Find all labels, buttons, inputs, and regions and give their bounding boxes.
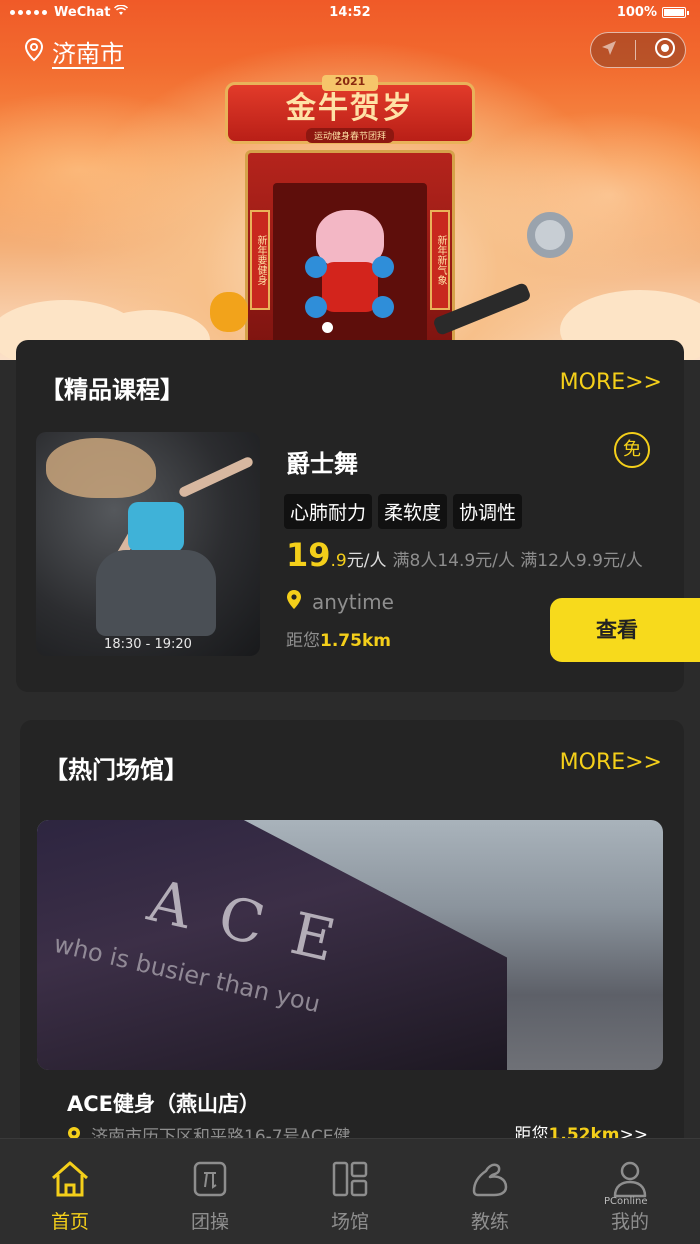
tab-coaches[interactable]: 教练	[440, 1139, 540, 1244]
tab-label: 团操	[190, 1211, 229, 1233]
carousel-indicator-dot	[322, 322, 333, 333]
dumbbell-image	[305, 296, 327, 318]
course-tag: 心肺耐力	[284, 494, 373, 529]
price-unit: 元/人	[346, 551, 387, 571]
price-decimal: .9	[330, 551, 347, 571]
popular-venues-card: 【热门场馆】 MORE>> ACE who is busier than you…	[20, 720, 684, 1160]
battery-percent: 100%	[616, 5, 657, 20]
banner-year: 2021	[322, 75, 378, 91]
navigation-arrow-icon[interactable]	[600, 39, 618, 61]
course-venue: anytime	[286, 590, 394, 614]
view-course-button[interactable]: 查看	[550, 598, 700, 662]
dumbbell-image	[305, 256, 327, 278]
course-tags: 心肺耐力 柔软度 协调性	[284, 494, 523, 529]
section-title: 【精品课程】	[40, 376, 184, 404]
watermark: PConline	[604, 1196, 648, 1207]
course-venue-name: anytime	[312, 590, 394, 614]
battery-icon	[662, 7, 689, 18]
venue-photo[interactable]: ACE who is busier than you	[37, 820, 663, 1070]
couplet-right: 新年新气象	[430, 210, 450, 310]
price-integer: 19	[286, 536, 331, 574]
distance-value: 1.75km	[320, 631, 391, 651]
city-name: 济南市	[52, 40, 124, 68]
tab-profile[interactable]: 我的	[580, 1139, 680, 1244]
weight-plate-image	[527, 212, 573, 258]
capsule-divider	[635, 40, 637, 60]
tab-group-class[interactable]: 团操	[160, 1139, 260, 1244]
course-tag: 协调性	[453, 494, 523, 529]
price-tiers: 满8人14.9元/人 满12人9.9元/人	[392, 551, 643, 571]
venue-icon	[328, 1157, 372, 1201]
tab-label: 我的	[610, 1211, 649, 1233]
course-thumbnail[interactable]: 18:30 - 19:20	[36, 432, 260, 656]
close-target-icon[interactable]	[654, 37, 676, 63]
tab-label: 首页	[50, 1211, 89, 1233]
kettlebell-image	[210, 292, 248, 332]
dumbbell-image	[372, 256, 394, 278]
ox-mascot-body	[322, 262, 378, 312]
course-name: 爵士舞	[286, 450, 358, 478]
city-selector[interactable]: 济南市	[24, 34, 124, 69]
location-pin-icon	[286, 590, 302, 614]
course-tag: 柔软度	[378, 494, 448, 529]
bottom-tab-bar: 首页 团操 场馆 教练 我的	[0, 1138, 700, 1244]
location-pin-icon	[24, 37, 44, 66]
course-time: 18:30 - 19:20	[104, 637, 192, 652]
banner-subtitle: 运动健身春节团拜	[305, 128, 394, 143]
group-class-icon	[188, 1157, 232, 1201]
profile-icon	[608, 1157, 652, 1201]
couplet-left: 新年要健身	[250, 210, 270, 310]
status-bar: WeChat 14:52 100%	[0, 0, 700, 26]
tab-home[interactable]: 首页	[20, 1139, 120, 1244]
banner-title-scroll: 金牛贺岁 运动健身春节团拜	[225, 82, 475, 144]
section-title: 【热门场馆】	[44, 756, 188, 784]
course-distance: 距您1.75km	[286, 626, 391, 651]
distance-prefix: 距您	[286, 631, 320, 651]
mini-program-capsule[interactable]	[590, 32, 686, 68]
dumbbell-image	[372, 296, 394, 318]
banner-swirl	[0, 90, 240, 250]
courses-more-link[interactable]: MORE>>	[560, 370, 662, 395]
tab-label: 场馆	[330, 1211, 369, 1233]
clock: 14:52	[329, 5, 371, 20]
course-price: 19 .9 元/人 满8人14.9元/人 满12人9.9元/人	[286, 536, 643, 574]
banner-swirl	[460, 110, 700, 280]
coach-icon	[468, 1157, 512, 1201]
free-badge: 免	[614, 432, 650, 468]
tab-label: 教练	[470, 1211, 509, 1233]
venues-more-link[interactable]: MORE>>	[560, 750, 662, 775]
featured-courses-card: 【精品课程】 MORE>> 18:30 - 19:20 爵士舞 免 心肺耐力 柔…	[16, 340, 700, 692]
home-icon	[48, 1157, 92, 1201]
tab-venues[interactable]: 场馆	[300, 1139, 400, 1244]
venue-name[interactable]: ACE健身（燕山店）	[67, 1088, 260, 1118]
